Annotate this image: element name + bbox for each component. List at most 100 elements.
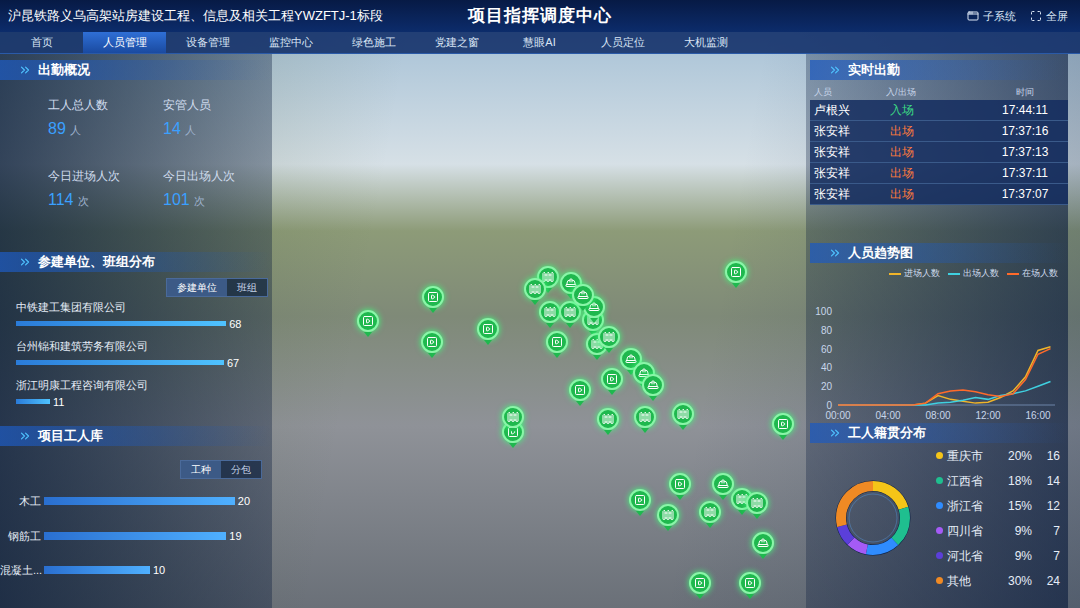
units-header: 参建单位、班组分布 bbox=[0, 252, 272, 272]
units-bars: 中铁建工集团有限公司68 台州锦和建筑劳务有限公司67 浙江明康工程咨询有限公司11 bbox=[0, 299, 272, 410]
nav-tab[interactable]: 监控中心 bbox=[249, 32, 332, 53]
origin-legend: 重庆市20%16江西省18%14浙江省15%12四川省9%7河北省9%7其他30… bbox=[936, 447, 1060, 590]
svg-text:08:00: 08:00 bbox=[925, 410, 950, 421]
map-pin[interactable] bbox=[629, 489, 651, 516]
realtime-header: 实时出勤 bbox=[810, 60, 1068, 80]
site-icon bbox=[564, 306, 576, 318]
map-pin[interactable] bbox=[524, 278, 546, 305]
map-pin[interactable] bbox=[598, 326, 620, 353]
table-row[interactable]: 张安祥出场17:37:11 bbox=[810, 163, 1068, 184]
map-pin[interactable] bbox=[477, 318, 499, 345]
header-button[interactable]: 全屏 bbox=[1030, 8, 1068, 25]
site-icon bbox=[529, 283, 541, 295]
nav-tab[interactable]: 党建之窗 bbox=[415, 32, 498, 53]
trend-line bbox=[838, 348, 1051, 404]
map-pin[interactable] bbox=[672, 403, 694, 430]
worker-bar: 混凝土...10 bbox=[0, 562, 264, 579]
map-pin[interactable] bbox=[502, 406, 524, 433]
nav-tab[interactable]: 人员定位 bbox=[581, 32, 664, 53]
legend-row: 四川省9%7 bbox=[936, 522, 1060, 540]
svg-text:12:00: 12:00 bbox=[975, 410, 1000, 421]
svg-text:00:00: 00:00 bbox=[825, 410, 850, 421]
map-pin[interactable] bbox=[569, 379, 591, 406]
legend-row: 江西省18%14 bbox=[936, 472, 1060, 490]
map-pin[interactable] bbox=[601, 368, 623, 395]
map-pin[interactable] bbox=[572, 284, 594, 311]
worker-icon bbox=[577, 289, 589, 301]
worker-bar: 木工20 bbox=[0, 493, 264, 510]
unit-bar: 台州锦和建筑劳务有限公司67 bbox=[16, 338, 264, 371]
toggle-button[interactable]: 参建单位 bbox=[167, 279, 227, 296]
svg-text:04:00: 04:00 bbox=[875, 410, 900, 421]
nav-tab[interactable]: 慧眼AI bbox=[498, 32, 581, 53]
attendance-stats: 工人总人数89人安管人员14人今日进场人次114次今日出场人次101次 bbox=[0, 96, 272, 212]
stat-card: 今日进场人次114次 bbox=[48, 167, 163, 212]
map-pin[interactable] bbox=[357, 310, 379, 337]
table-row[interactable]: 张安祥出场17:37:16 bbox=[810, 121, 1068, 142]
site-icon bbox=[662, 509, 674, 521]
map-pin[interactable] bbox=[539, 301, 561, 328]
toggle-button[interactable]: 工种 bbox=[181, 461, 221, 478]
legend-row: 河北省9%7 bbox=[936, 547, 1060, 565]
chevrons-icon bbox=[18, 63, 32, 77]
camera-icon bbox=[426, 336, 438, 348]
svg-text:16:00: 16:00 bbox=[1025, 410, 1050, 421]
site-icon bbox=[603, 331, 615, 343]
map-pin[interactable] bbox=[739, 572, 761, 599]
site-icon bbox=[542, 271, 554, 283]
map-pin[interactable] bbox=[772, 413, 794, 440]
worker-icon bbox=[757, 537, 769, 549]
map-pin[interactable] bbox=[421, 331, 443, 358]
table-row[interactable]: 张安祥出场17:37:07 bbox=[810, 184, 1068, 205]
site-icon bbox=[507, 411, 519, 423]
map-pin[interactable] bbox=[669, 473, 691, 500]
camera-icon bbox=[574, 384, 586, 396]
svg-text:20: 20 bbox=[821, 381, 833, 392]
toggle-button[interactable]: 分包 bbox=[221, 461, 261, 478]
nav-tab[interactable]: 大机监测 bbox=[664, 32, 747, 53]
map-pin[interactable] bbox=[634, 406, 656, 433]
unit-bar: 浙江明康工程咨询有限公司11 bbox=[16, 377, 264, 410]
camera-icon bbox=[606, 373, 618, 385]
camera-icon bbox=[551, 336, 563, 348]
site-icon bbox=[677, 408, 689, 420]
donut-segment bbox=[841, 486, 905, 550]
workers-bars: 木工20钢筋工19混凝土...10 bbox=[0, 493, 272, 579]
header-button[interactable]: 子系统 bbox=[967, 8, 1016, 25]
page-title: 项目指挥调度中心 bbox=[452, 3, 628, 29]
map-pin[interactable] bbox=[725, 261, 747, 288]
map-pin[interactable] bbox=[746, 492, 768, 519]
trend-header: 人员趋势图 bbox=[810, 243, 1068, 263]
map-pin[interactable] bbox=[597, 408, 619, 435]
map-pin[interactable] bbox=[752, 532, 774, 559]
map-pin[interactable] bbox=[422, 286, 444, 313]
nav-tab[interactable]: 首页 bbox=[0, 32, 83, 53]
map-pin[interactable] bbox=[642, 374, 664, 401]
toggle-button[interactable]: 班组 bbox=[227, 279, 267, 296]
legend-item: 进场人数 bbox=[889, 267, 940, 281]
nav-tab[interactable]: 绿色施工 bbox=[332, 32, 415, 53]
left-panel: 出勤概况工人总人数89人安管人员14人今日进场人次114次今日出场人次101次参… bbox=[0, 54, 272, 608]
map-pin[interactable] bbox=[546, 331, 568, 358]
stat-card: 工人总人数89人 bbox=[48, 96, 163, 141]
map-pin[interactable] bbox=[657, 504, 679, 531]
trend-line bbox=[838, 346, 1051, 404]
legend-row: 其他30%24 bbox=[936, 572, 1060, 590]
unit-bar: 中铁建工集团有限公司68 bbox=[16, 299, 264, 332]
map-pin[interactable] bbox=[712, 473, 734, 500]
map-pin[interactable] bbox=[689, 572, 711, 599]
trend-chart: 02040608010000:0004:0008:0012:0016:00 bbox=[810, 281, 1060, 421]
nav-tab[interactable]: 人员管理 bbox=[83, 32, 166, 53]
worker-icon bbox=[647, 379, 659, 391]
nav-tab[interactable]: 设备管理 bbox=[166, 32, 249, 53]
svg-text:60: 60 bbox=[821, 343, 833, 354]
map-pin[interactable] bbox=[699, 501, 721, 528]
table-row[interactable]: 卢根兴入场17:44:11 bbox=[810, 100, 1068, 121]
nav-bar: 首页人员管理设备管理监控中心绿色施工党建之窗慧眼AI人员定位大机监测 bbox=[0, 32, 1080, 54]
site-icon bbox=[639, 411, 651, 423]
workers-header: 项目工人库 bbox=[0, 426, 272, 446]
attendance-header: 出勤概况 bbox=[0, 60, 272, 80]
site-icon bbox=[602, 413, 614, 425]
donut-segment bbox=[841, 486, 905, 550]
table-row[interactable]: 张安祥出场17:37:13 bbox=[810, 142, 1068, 163]
